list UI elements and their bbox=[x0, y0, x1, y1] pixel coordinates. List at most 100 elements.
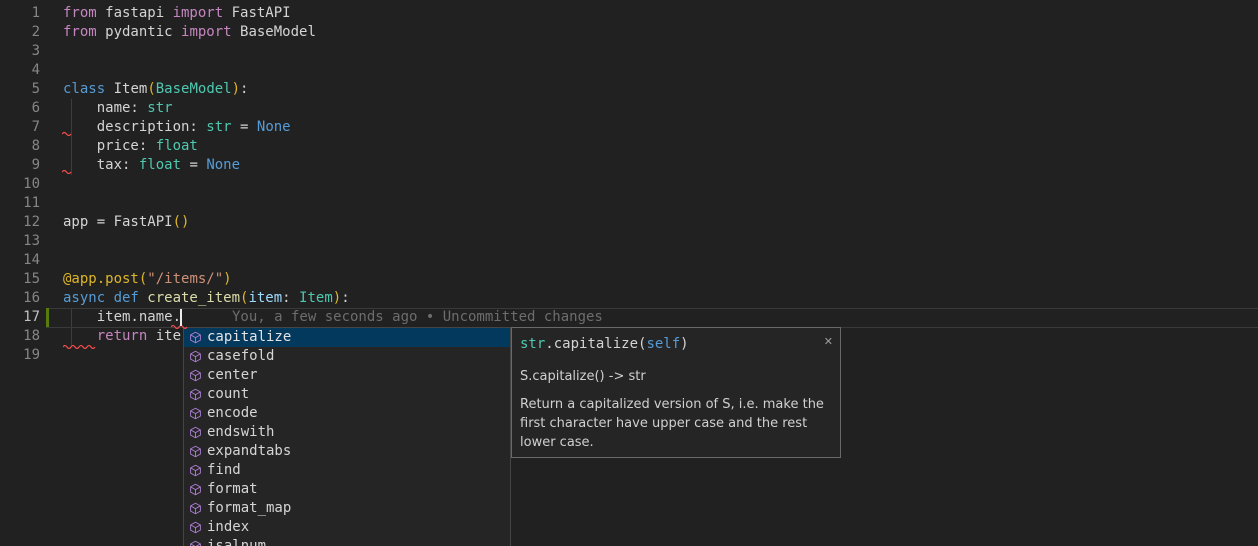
suggestion-label: format bbox=[207, 480, 258, 499]
suggestion-label: format_map bbox=[207, 499, 291, 518]
method-icon bbox=[189, 445, 202, 458]
code-token bbox=[63, 328, 97, 344]
code-token: from bbox=[63, 5, 97, 21]
line-number: 17 bbox=[0, 308, 40, 327]
line-number: 19 bbox=[0, 346, 40, 365]
code-line[interactable]: 8 price: float bbox=[0, 137, 1258, 156]
line-number: 13 bbox=[0, 232, 40, 251]
code-line[interactable]: 16 async def create_item(item: Item): bbox=[0, 289, 1258, 308]
code-token: .capitalize( bbox=[545, 336, 646, 352]
code-line[interactable]: 12app = FastAPI() bbox=[0, 213, 1258, 232]
method-icon bbox=[189, 464, 202, 477]
git-blame-annotation: You, a few seconds ago • Uncommitted cha… bbox=[232, 308, 603, 327]
line-number: 12 bbox=[0, 213, 40, 232]
code-token: async def bbox=[63, 290, 139, 306]
line-number: 10 bbox=[0, 175, 40, 194]
code-line[interactable]: 9 tax: float = None bbox=[0, 156, 1258, 175]
code-line[interactable]: 14 bbox=[0, 251, 1258, 270]
method-icon bbox=[189, 483, 202, 496]
code-line[interactable]: 6 name: str bbox=[0, 99, 1258, 118]
doc-summary: S.capitalize() -> str bbox=[520, 367, 832, 386]
line-number: 2 bbox=[0, 23, 40, 42]
method-icon bbox=[189, 407, 202, 420]
line-number: 15 bbox=[0, 270, 40, 289]
code-token: = bbox=[232, 119, 257, 135]
suggestion-label: casefold bbox=[207, 347, 274, 366]
code-token: str bbox=[520, 336, 545, 352]
line-number: 5 bbox=[0, 80, 40, 99]
error-squiggle bbox=[63, 343, 97, 349]
code-token: app = FastAPI bbox=[63, 214, 173, 230]
method-icon bbox=[189, 369, 202, 382]
code-token: class bbox=[63, 81, 105, 97]
suggestion-item[interactable]: capitalize bbox=[184, 328, 510, 347]
code-line[interactable]: 5 class Item(BaseModel): bbox=[0, 80, 1258, 99]
line-number: 11 bbox=[0, 194, 40, 213]
suggestion-item[interactable]: count bbox=[184, 385, 510, 404]
code-token: : bbox=[341, 290, 349, 306]
line-number: 14 bbox=[0, 251, 40, 270]
code-line[interactable]: 3 bbox=[0, 42, 1258, 61]
error-squiggle bbox=[62, 130, 72, 136]
suggestion-label: center bbox=[207, 366, 258, 385]
code-line[interactable]: 4 bbox=[0, 61, 1258, 80]
code-text: name: str bbox=[63, 99, 173, 118]
code-token: BaseModel bbox=[156, 81, 232, 97]
code-text: from pydantic import BaseModel bbox=[63, 23, 316, 42]
code-line[interactable]: 7 description: str = None bbox=[0, 118, 1258, 137]
autocomplete-popup[interactable]: capitalizecasefoldcentercountencodeendsw… bbox=[183, 327, 511, 546]
suggestion-item[interactable]: casefold bbox=[184, 347, 510, 366]
code-token: return bbox=[97, 328, 148, 344]
suggestion-item[interactable]: endswith bbox=[184, 423, 510, 442]
code-line[interactable]: 11 bbox=[0, 194, 1258, 213]
code-token: None bbox=[206, 157, 240, 173]
code-line[interactable]: 1from fastapi import FastAPI bbox=[0, 4, 1258, 23]
code-lines: 1from fastapi import FastAPI2 from pydant… bbox=[0, 4, 1258, 365]
line-number: 18 bbox=[0, 327, 40, 346]
code-token: @app.post bbox=[63, 271, 139, 287]
code-token: item.name. bbox=[63, 309, 181, 325]
line-number: 9 bbox=[0, 156, 40, 175]
line-number: 3 bbox=[0, 42, 40, 61]
code-token: ( bbox=[147, 81, 155, 97]
suggestion-label: endswith bbox=[207, 423, 274, 442]
code-token: BaseModel bbox=[232, 24, 316, 40]
code-line[interactable]: 17 item.name. bbox=[0, 308, 1258, 327]
code-line[interactable]: 10 bbox=[0, 175, 1258, 194]
close-icon[interactable]: ✕ bbox=[824, 332, 833, 351]
suggestion-item[interactable]: find bbox=[184, 461, 510, 480]
code-token: ) bbox=[223, 271, 231, 287]
code-line[interactable]: 2 from pydantic import BaseModel bbox=[0, 23, 1258, 42]
suggestion-docs-panel: ✕ str.capitalize(self) S.capitalize() ->… bbox=[511, 327, 841, 458]
code-line[interactable]: 15 @app.post("/items/") bbox=[0, 270, 1258, 289]
code-line[interactable]: 13 bbox=[0, 232, 1258, 251]
code-token: description: bbox=[63, 119, 206, 135]
suggestion-item[interactable]: center bbox=[184, 366, 510, 385]
doc-signature: str.capitalize(self) bbox=[520, 335, 832, 354]
code-text: class Item(BaseModel): bbox=[63, 80, 248, 99]
suggestion-item[interactable]: format_map bbox=[184, 499, 510, 518]
method-icon bbox=[189, 331, 202, 344]
code-token: tax: bbox=[63, 157, 139, 173]
modified-line-indicator bbox=[46, 308, 49, 327]
suggestion-item[interactable]: expandtabs bbox=[184, 442, 510, 461]
suggestion-item[interactable]: isalnum bbox=[184, 537, 510, 546]
suggestion-item[interactable]: format bbox=[184, 480, 510, 499]
method-icon bbox=[189, 540, 202, 546]
code-token: = bbox=[181, 157, 206, 173]
method-icon bbox=[189, 388, 202, 401]
code-text: price: float bbox=[63, 137, 198, 156]
line-number: 16 bbox=[0, 289, 40, 308]
suggestion-label: expandtabs bbox=[207, 442, 291, 461]
method-icon bbox=[189, 521, 202, 534]
code-token: "/items/" bbox=[147, 271, 223, 287]
code-editor[interactable]: 1from fastapi import FastAPI2 from pydant… bbox=[0, 0, 1258, 546]
error-squiggle bbox=[62, 168, 72, 174]
code-text: @app.post("/items/") bbox=[63, 270, 232, 289]
code-token: from bbox=[63, 24, 97, 40]
code-text: async def create_item(item: Item): bbox=[63, 289, 350, 308]
method-icon bbox=[189, 350, 202, 363]
suggestion-label: count bbox=[207, 385, 249, 404]
suggestion-item[interactable]: index bbox=[184, 518, 510, 537]
suggestion-item[interactable]: encode bbox=[184, 404, 510, 423]
